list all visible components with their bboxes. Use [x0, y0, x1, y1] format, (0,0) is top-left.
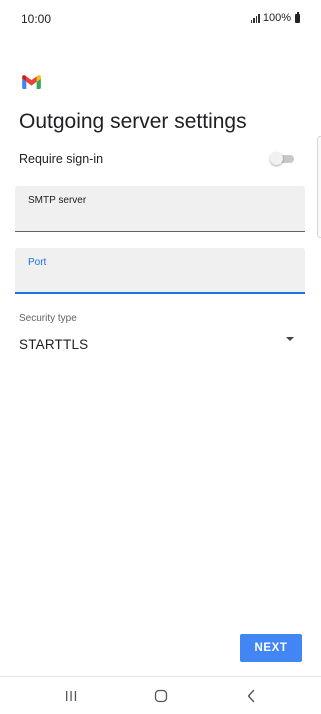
port-underline [15, 292, 305, 294]
smtp-server-input[interactable] [28, 208, 288, 226]
require-signin-row: Require sign-in [19, 150, 299, 170]
gmail-logo-icon [22, 75, 41, 89]
back-icon [247, 689, 255, 703]
recents-button[interactable] [56, 685, 86, 707]
port-label: Port [28, 257, 47, 268]
security-type-label: Security type [19, 313, 77, 324]
page-title: Outgoing server settings [19, 110, 247, 133]
require-signin-toggle[interactable] [270, 152, 294, 165]
port-field[interactable]: Port [15, 248, 305, 294]
battery-percent: 100% [262, 12, 291, 24]
screen: 10:00 100% Outgoing server settings Requ… [0, 0, 321, 714]
battery-icon [295, 12, 300, 23]
home-button[interactable] [146, 685, 176, 707]
signal-icon [250, 13, 260, 23]
home-icon [154, 689, 168, 703]
smtp-server-label: SMTP server [28, 195, 87, 206]
next-button[interactable]: NEXT [240, 634, 302, 662]
recents-icon [66, 691, 77, 701]
smtp-server-underline [15, 231, 305, 232]
toggle-thumb [270, 152, 283, 165]
status-time: 10:00 [21, 12, 52, 26]
back-button[interactable] [236, 685, 266, 707]
security-type-value: STARTTLS [19, 337, 89, 352]
scroll-edge-indicator [317, 136, 321, 238]
status-indicators: 100% [250, 12, 300, 24]
status-bar: 10:00 100% [0, 0, 321, 36]
navigation-bar [0, 676, 321, 714]
security-type-dropdown[interactable]: STARTTLS [19, 332, 299, 358]
dropdown-arrow-icon [286, 337, 294, 341]
require-signin-label: Require sign-in [19, 152, 104, 166]
smtp-server-field[interactable]: SMTP server [15, 186, 305, 232]
port-input[interactable] [28, 270, 288, 288]
